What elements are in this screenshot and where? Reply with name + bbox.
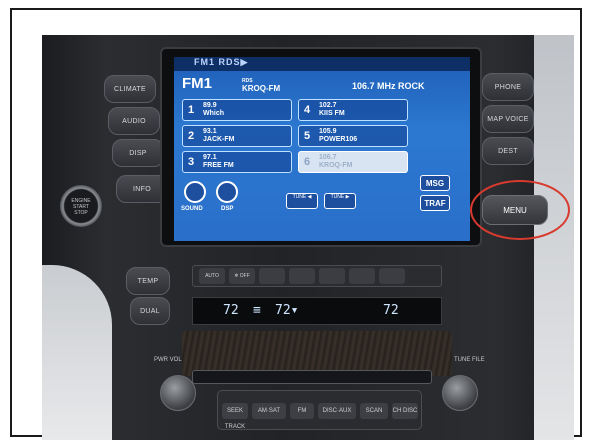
dsp-icon[interactable]: [216, 181, 238, 203]
preset-6[interactable]: 6 106.7 KROQ-FM: [298, 151, 408, 173]
preset-1[interactable]: 1 89.9 Which: [182, 99, 292, 121]
fm-button[interactable]: FM: [290, 403, 314, 419]
ch-disc-button[interactable]: CH DISC: [392, 403, 418, 419]
scan-button[interactable]: SCAN: [360, 403, 388, 419]
climate-strip: AUTO ❄ OFF: [192, 265, 442, 287]
preset-2[interactable]: 2 93.1 JACK-FM: [182, 125, 292, 147]
audio-controls: SEEK TRACK AM·SAT FM DISC·AUX SCAN CH DI…: [217, 390, 422, 430]
climate-aux-button[interactable]: [379, 268, 405, 284]
tune-down-button[interactable]: TUNE ◀: [286, 193, 318, 209]
preset-text: 106.7 KROQ-FM: [319, 154, 353, 169]
menu-highlight-circle: [470, 180, 570, 240]
tune-file-label: TUNE FILE: [454, 357, 485, 363]
msg-button[interactable]: MSG: [420, 175, 450, 191]
engine-start-button[interactable]: ENGINE START STOP: [60, 185, 102, 227]
power-volume-knob[interactable]: [160, 375, 196, 411]
preset-4[interactable]: 4 102.7 KIIS FM: [298, 99, 408, 121]
auto-button[interactable]: AUTO: [199, 268, 225, 284]
preset-text: 102.7 KIIS FM: [319, 102, 345, 117]
dual-button[interactable]: DUAL: [130, 297, 170, 325]
am-sat-button[interactable]: AM·SAT: [252, 403, 286, 419]
photo-frame: CLIMATE AUDIO DISP INFO ENGINE START STO…: [10, 8, 582, 440]
preset-text: 97.1 FREE FM: [203, 154, 234, 169]
seat-right: [534, 35, 574, 440]
screen-top-bar: FM1 RDS▶: [174, 57, 470, 71]
tune-up-button[interactable]: TUNE ▶: [324, 193, 356, 209]
seek-track-button[interactable]: SEEK TRACK: [222, 403, 248, 430]
sound-icon[interactable]: [184, 181, 206, 203]
cd-slot: [192, 370, 432, 384]
recirc-button[interactable]: [319, 268, 345, 284]
front-defrost-button[interactable]: [259, 268, 285, 284]
preset-5[interactable]: 5 105.9 POWER106: [298, 125, 408, 147]
preset-number: 5: [304, 130, 311, 142]
preset-text: 93.1 JACK-FM: [203, 128, 235, 143]
tune-file-knob[interactable]: [442, 375, 478, 411]
fan-mode-icon: ≡: [253, 303, 261, 318]
station-name: KROQ-FM: [242, 84, 281, 93]
rear-defrost-button[interactable]: [289, 268, 315, 284]
current-station: RDS KROQ-FM: [242, 77, 280, 93]
preset-number: 1: [188, 104, 195, 116]
preset-number: 2: [188, 130, 195, 142]
climate-display: 72 ≡ 72▾ 72: [192, 297, 442, 325]
preset-number: 3: [188, 156, 195, 168]
right-temp: 72: [383, 303, 399, 318]
pwr-vol-label: PWR VOL: [154, 357, 182, 363]
preset-3[interactable]: 3 97.1 FREE FM: [182, 151, 292, 173]
preset-text: 105.9 POWER106: [319, 128, 358, 143]
phone-button[interactable]: PHONE: [482, 73, 534, 101]
band-label: FM1: [182, 75, 212, 92]
ac-off-button[interactable]: ❄ OFF: [229, 268, 255, 284]
engine-start-label: ENGINE START STOP: [71, 198, 91, 216]
traf-button[interactable]: TRAF: [420, 195, 450, 211]
preset-number: 6: [304, 156, 311, 168]
sound-label: SOUND: [181, 206, 203, 212]
disp-button[interactable]: DISP: [112, 139, 164, 167]
temp-button[interactable]: TEMP: [126, 267, 170, 295]
audio-button[interactable]: AUDIO: [108, 107, 160, 135]
dsp-label: DSP: [221, 206, 234, 212]
current-frequency: 106.7 MHz ROCK: [352, 81, 425, 91]
disc-aux-button[interactable]: DISC·AUX: [318, 403, 356, 419]
center-temp: 72▾: [275, 303, 299, 318]
preset-text: 89.9 Which: [203, 102, 224, 117]
map-voice-button[interactable]: MAP VOICE: [482, 105, 534, 133]
left-temp: 72: [223, 303, 239, 318]
fresh-air-button[interactable]: [349, 268, 375, 284]
dest-button[interactable]: DEST: [482, 137, 534, 165]
dashboard-photo: CLIMATE AUDIO DISP INFO ENGINE START STO…: [42, 35, 574, 440]
seat-left: [42, 265, 112, 440]
preset-number: 4: [304, 104, 311, 116]
climate-button[interactable]: CLIMATE: [104, 75, 156, 103]
nav-screen: FM1 RDS▶ FM1 RDS KROQ-FM 106.7 MHz ROCK …: [174, 57, 470, 241]
screen-bezel: FM1 RDS▶ FM1 RDS KROQ-FM 106.7 MHz ROCK …: [160, 47, 482, 247]
